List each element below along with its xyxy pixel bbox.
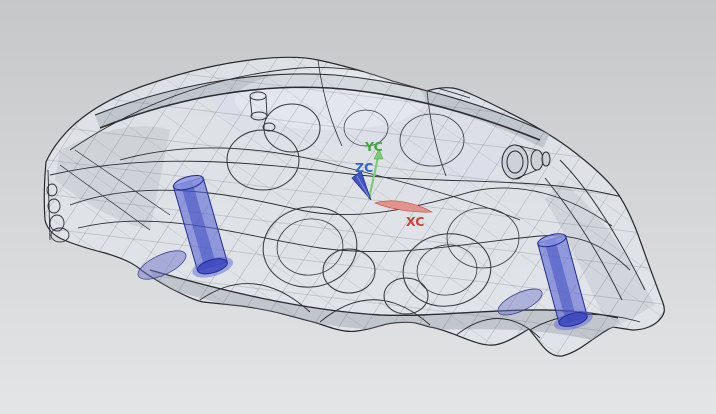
cad-graphics-window[interactable]: YC ZC XC [0,0,716,414]
wcs-label-zc[interactable]: ZC [355,160,373,175]
cad-viewport-canvas[interactable]: YC ZC XC [0,0,716,414]
wcs-label-yc[interactable]: YC [364,139,383,154]
wcs-label-xc[interactable]: XC [406,214,424,229]
